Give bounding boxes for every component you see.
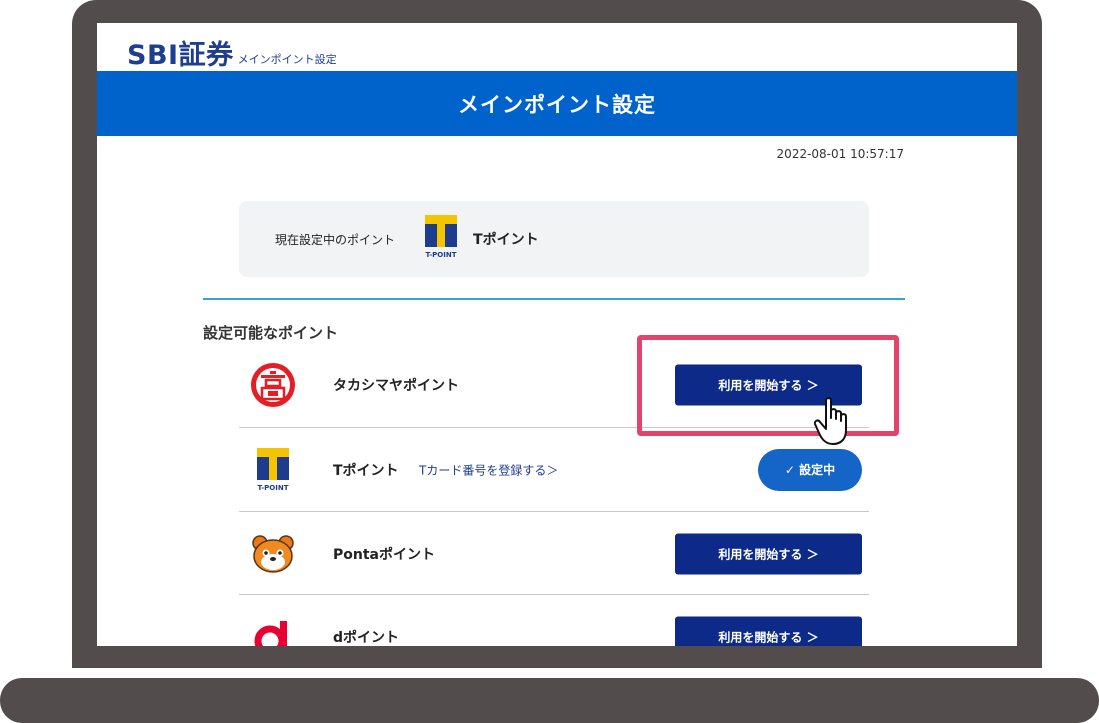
dpoint-icon [249, 613, 297, 646]
section-divider [203, 298, 905, 300]
start-button-dpoint[interactable]: 利用を開始する ＞ [675, 616, 862, 646]
brand-subtitle: メインポイント設定 [237, 53, 337, 66]
tpoint-logo-caption: T-POINT [258, 484, 289, 492]
hand-cursor-icon [814, 397, 847, 445]
page-title: メインポイント設定 [458, 92, 656, 117]
start-button-ponta[interactable]: 利用を開始する ＞ [675, 533, 862, 574]
point-row-ponta: Pontaポイント 利用を開始する ＞ [239, 512, 869, 595]
ponta-icon [249, 530, 297, 578]
page-header-bar: メインポイント設定 [97, 71, 1017, 136]
status-badge-active[interactable]: ✓ 設定中 [758, 448, 862, 491]
point-row-tpoint: T-POINT Tポイント Tカード番号を登録する＞ ✓ 設定中 [239, 428, 869, 511]
current-point-box: 現在設定中のポイント T-POINT Tポイント [239, 201, 869, 277]
tpoint-icon: T-POINT [249, 446, 297, 494]
takashimaya-icon [249, 361, 297, 409]
point-name-ponta: Pontaポイント [333, 546, 435, 563]
point-name-takashimaya: タカシマヤポイント [333, 377, 459, 394]
register-tcard-link[interactable]: Tカード番号を登録する＞ [419, 461, 558, 478]
point-name-dpoint: dポイント [333, 629, 400, 646]
tpoint-icon: T-POINT [425, 215, 458, 263]
timestamp: 2022-08-01 10:57:17 [776, 147, 904, 161]
point-name-tpoint: Tポイント [333, 462, 399, 479]
highlight-box [637, 335, 899, 436]
brand-header: SBI証券 メインポイント設定 [127, 33, 337, 69]
point-row-dpoint: dポイント 利用を開始する ＞ [239, 595, 869, 646]
section-title: 設定可能なポイント [203, 324, 339, 342]
tpoint-logo-caption: T-POINT [426, 251, 457, 259]
current-point-name: Tポイント [473, 232, 539, 248]
laptop-base [0, 678, 1099, 723]
brand-logo[interactable]: SBI証券 [127, 42, 234, 69]
current-point-label: 現在設定中のポイント [275, 232, 396, 247]
